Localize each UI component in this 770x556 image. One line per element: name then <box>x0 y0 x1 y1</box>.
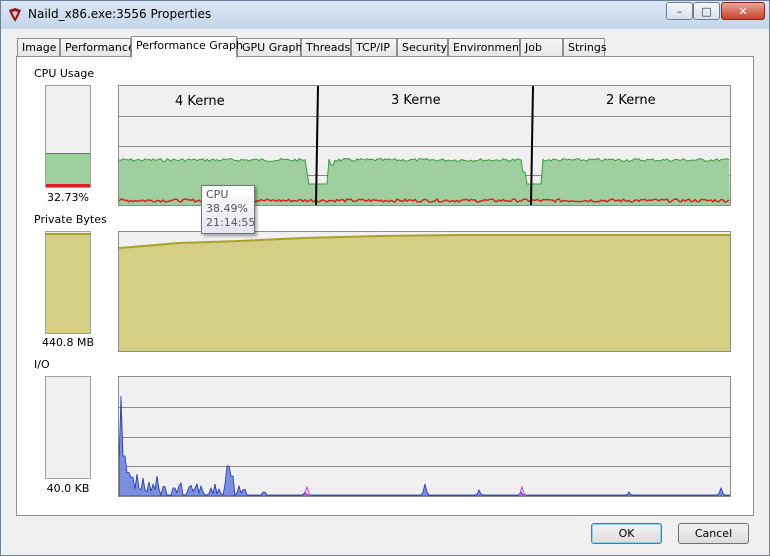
tab-job[interactable]: Job <box>520 38 563 56</box>
tab-threads[interactable]: Threads <box>301 38 351 56</box>
tab-gpu-graph[interactable]: GPU Graph <box>237 38 302 56</box>
io-meter <box>45 376 91 479</box>
title-bar[interactable]: Naild_x86.exe:3556 Properties – □ ✕ <box>1 1 769 29</box>
tab-image[interactable]: Image <box>17 38 60 56</box>
cpu-usage-label: CPU Usage <box>34 67 95 80</box>
cancel-button[interactable]: Cancel <box>678 523 749 544</box>
tab-strings[interactable]: Strings <box>563 38 607 56</box>
io-value: 40.0 KB <box>46 482 90 495</box>
ok-button[interactable]: OK <box>591 523 662 544</box>
private-bytes-plot <box>119 234 730 351</box>
io-graph[interactable] <box>118 376 731 497</box>
cpu-usage-meter <box>45 85 91 188</box>
io-plot <box>119 395 730 496</box>
tab-performance[interactable]: Performance <box>60 38 135 56</box>
cpu-tooltip: CPU 38.49% 21:14:55 <box>201 185 255 234</box>
private-bytes-label: Private Bytes <box>34 213 107 226</box>
tab-performance-graph[interactable]: Performance Graph <box>131 36 243 58</box>
annotation-2-kerne: 2 Kerne <box>606 93 656 108</box>
process-explorer-icon <box>9 8 21 22</box>
io-label: I/O <box>34 358 50 371</box>
properties-window: Naild_x86.exe:3556 Properties – □ ✕ Imag… <box>0 0 770 556</box>
tooltip-series: CPU <box>206 188 229 201</box>
tooltip-value: 38.49% <box>206 202 248 215</box>
private-bytes-graph[interactable] <box>118 231 731 352</box>
private-bytes-meter <box>45 231 91 334</box>
tab-tcpip[interactable]: TCP/IP <box>351 38 397 56</box>
cpu-usage-value: 32.73% <box>47 191 89 204</box>
private-bytes-area <box>119 235 730 351</box>
minimize-button[interactable]: – <box>666 2 693 20</box>
cpu-usage-meter-fill <box>46 152 90 187</box>
maximize-button[interactable]: □ <box>693 2 720 20</box>
tab-security[interactable]: Security <box>397 38 448 56</box>
private-bytes-meter-fill <box>46 233 90 333</box>
tooltip-time: 21:14:55 <box>206 216 256 229</box>
window-title: Naild_x86.exe:3556 Properties <box>28 7 212 21</box>
io-read-area <box>119 395 730 496</box>
annotation-3-kerne: 3 Kerne <box>391 93 441 108</box>
annotation-4-kerne: 4 Kerne <box>175 94 225 109</box>
close-button[interactable]: ✕ <box>721 2 765 20</box>
private-bytes-value: 440.8 MB <box>41 336 95 349</box>
tab-environment[interactable]: Environment <box>448 38 523 56</box>
cpu-kernel-meter-fill <box>46 184 90 187</box>
